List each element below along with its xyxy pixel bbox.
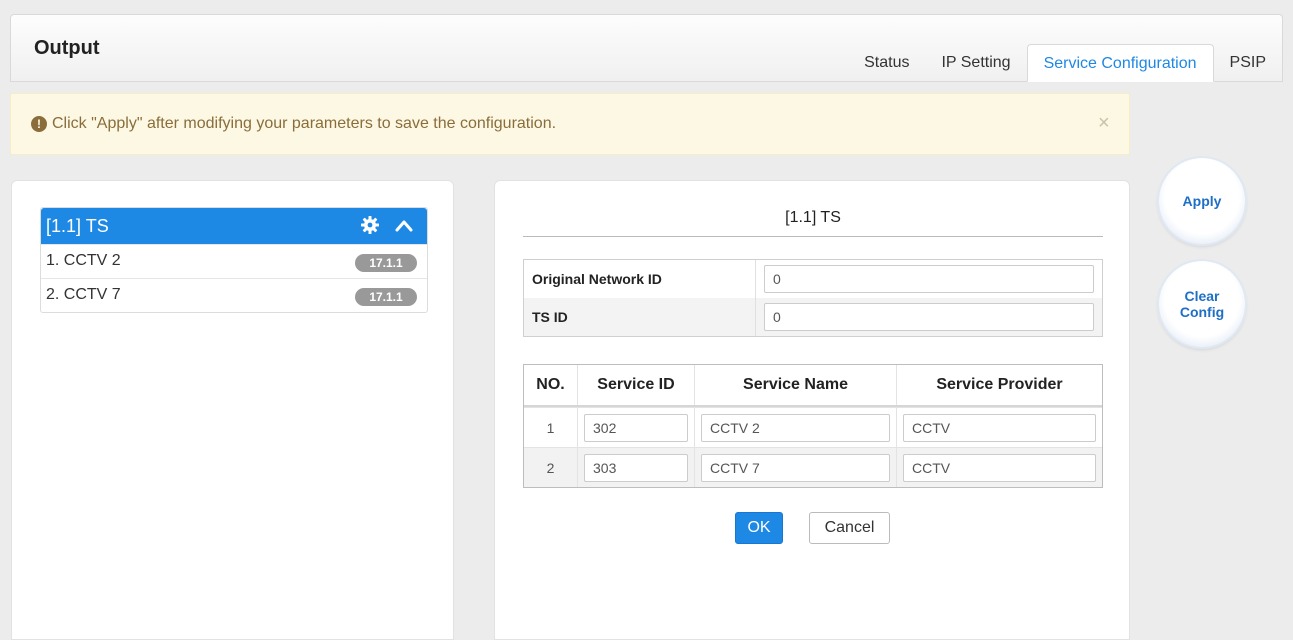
tree-item-label: 1. CCTV 2 xyxy=(46,252,121,269)
tree-header[interactable]: [1.1] TS xyxy=(41,208,427,244)
param-row-original-network-id: Original Network ID xyxy=(524,260,1102,298)
tab-service-configuration[interactable]: Service Configuration xyxy=(1026,44,1214,82)
page-header: Output Status IP Setting Service Configu… xyxy=(10,14,1283,82)
chevron-up-icon[interactable] xyxy=(394,218,414,234)
info-alert: ! Click "Apply" after modifying your par… xyxy=(10,93,1130,155)
service-number-badge: 17.1.1 xyxy=(355,288,417,306)
column-header-service-provider: Service Provider xyxy=(936,376,1063,393)
clear-config-button-label: Clear Config xyxy=(1180,288,1224,320)
service-name-input[interactable] xyxy=(701,453,890,482)
param-value-cell xyxy=(756,298,1102,336)
apply-button-label: Apply xyxy=(1182,193,1222,209)
row-number: 1 xyxy=(524,408,578,447)
service-provider-input[interactable] xyxy=(903,413,1096,442)
table-row: 2 xyxy=(524,447,1102,487)
service-config-panel: [1.1] TS Original Network ID TS ID NO. S… xyxy=(494,180,1130,640)
tree-item-cctv-2[interactable]: 1. CCTV 2 17.1.1 xyxy=(41,244,427,278)
page-title: Output xyxy=(34,37,100,59)
param-label: Original Network ID xyxy=(524,260,756,298)
ts-parameter-table: Original Network ID TS ID xyxy=(523,259,1103,337)
param-row-ts-id: TS ID xyxy=(524,298,1102,336)
ts-id-input[interactable] xyxy=(764,303,1094,331)
tree-item-label: 2. CCTV 7 xyxy=(46,286,121,303)
service-id-input[interactable] xyxy=(584,453,688,482)
ok-button[interactable]: OK xyxy=(735,512,783,544)
column-header-service-id: Service ID xyxy=(578,365,695,405)
service-id-cell xyxy=(578,408,695,447)
service-name-input[interactable] xyxy=(701,413,890,442)
exclamation-circle-icon: ! xyxy=(31,116,47,132)
tab-status[interactable]: Status xyxy=(848,44,925,82)
panel-title: [1.1] TS xyxy=(523,209,1103,237)
service-table: NO. Service ID Service Name Service Prov… xyxy=(523,364,1103,488)
column-header-no: NO. xyxy=(524,365,578,405)
clear-config-button[interactable]: Clear Config xyxy=(1159,261,1245,347)
service-id-cell xyxy=(578,448,695,487)
param-value-cell xyxy=(756,260,1102,298)
alert-message: Click "Apply" after modifying your param… xyxy=(52,115,557,132)
service-provider-cell xyxy=(897,448,1102,487)
column-header-service-name: Service Name xyxy=(695,365,897,405)
table-row: 1 xyxy=(524,407,1102,447)
gear-icon[interactable] xyxy=(360,215,380,235)
original-network-id-input[interactable] xyxy=(764,265,1094,293)
service-name-cell xyxy=(695,408,897,447)
tab-psip[interactable]: PSIP xyxy=(1214,44,1282,82)
row-number: 2 xyxy=(524,448,578,487)
service-provider-input[interactable] xyxy=(903,453,1096,482)
service-name-cell xyxy=(695,448,897,487)
apply-button[interactable]: Apply xyxy=(1159,158,1245,244)
service-provider-cell xyxy=(897,408,1102,447)
close-icon[interactable]: × xyxy=(1098,112,1110,135)
param-label: TS ID xyxy=(524,298,756,336)
stream-tree-panel: [1.1] TS 1. CCTV 2 17.1.1 2. CCTV 7 17.1… xyxy=(11,180,454,640)
tab-bar: Status IP Setting Service Configuration … xyxy=(848,44,1282,82)
clear-config-line-2: Config xyxy=(1179,304,1225,320)
service-number-badge: 17.1.1 xyxy=(355,254,417,272)
cancel-button[interactable]: Cancel xyxy=(809,512,890,544)
tab-ip-setting[interactable]: IP Setting xyxy=(925,44,1026,82)
tree-header-label: [1.1] TS xyxy=(46,216,109,236)
service-table-header: NO. Service ID Service Name Service Prov… xyxy=(524,365,1102,407)
stream-tree: [1.1] TS 1. CCTV 2 17.1.1 2. CCTV 7 17.1… xyxy=(40,207,428,313)
tree-item-cctv-7[interactable]: 2. CCTV 7 17.1.1 xyxy=(41,278,427,312)
clear-config-line-1: Clear xyxy=(1184,288,1220,304)
service-id-input[interactable] xyxy=(584,413,688,442)
